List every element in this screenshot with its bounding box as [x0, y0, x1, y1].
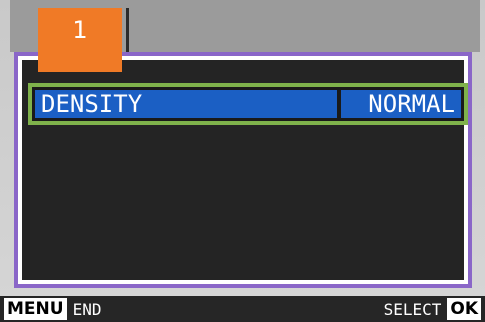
menu-item-label: DENSITY — [35, 90, 337, 118]
camera-menu-screen: 1 DENSITY NORMAL MENU END SELECT OK — [0, 0, 485, 322]
end-label: END — [72, 299, 102, 319]
menu-item-density[interactable]: DENSITY NORMAL — [28, 83, 468, 125]
footer-bar: MENU END SELECT OK — [0, 296, 485, 322]
footer-left: MENU END — [4, 298, 101, 320]
menu-panel: DENSITY NORMAL — [14, 52, 472, 288]
tab-1[interactable]: 1 — [38, 8, 122, 72]
tab-divider — [126, 8, 129, 54]
ok-key-badge[interactable]: OK — [447, 298, 481, 320]
footer-right: SELECT OK — [384, 298, 481, 320]
menu-list: DENSITY NORMAL — [22, 60, 468, 280]
select-label: SELECT — [383, 299, 442, 319]
menu-item-value[interactable]: NORMAL — [341, 90, 461, 118]
tab-label: 1 — [72, 16, 88, 44]
menu-key-badge[interactable]: MENU — [4, 298, 67, 320]
